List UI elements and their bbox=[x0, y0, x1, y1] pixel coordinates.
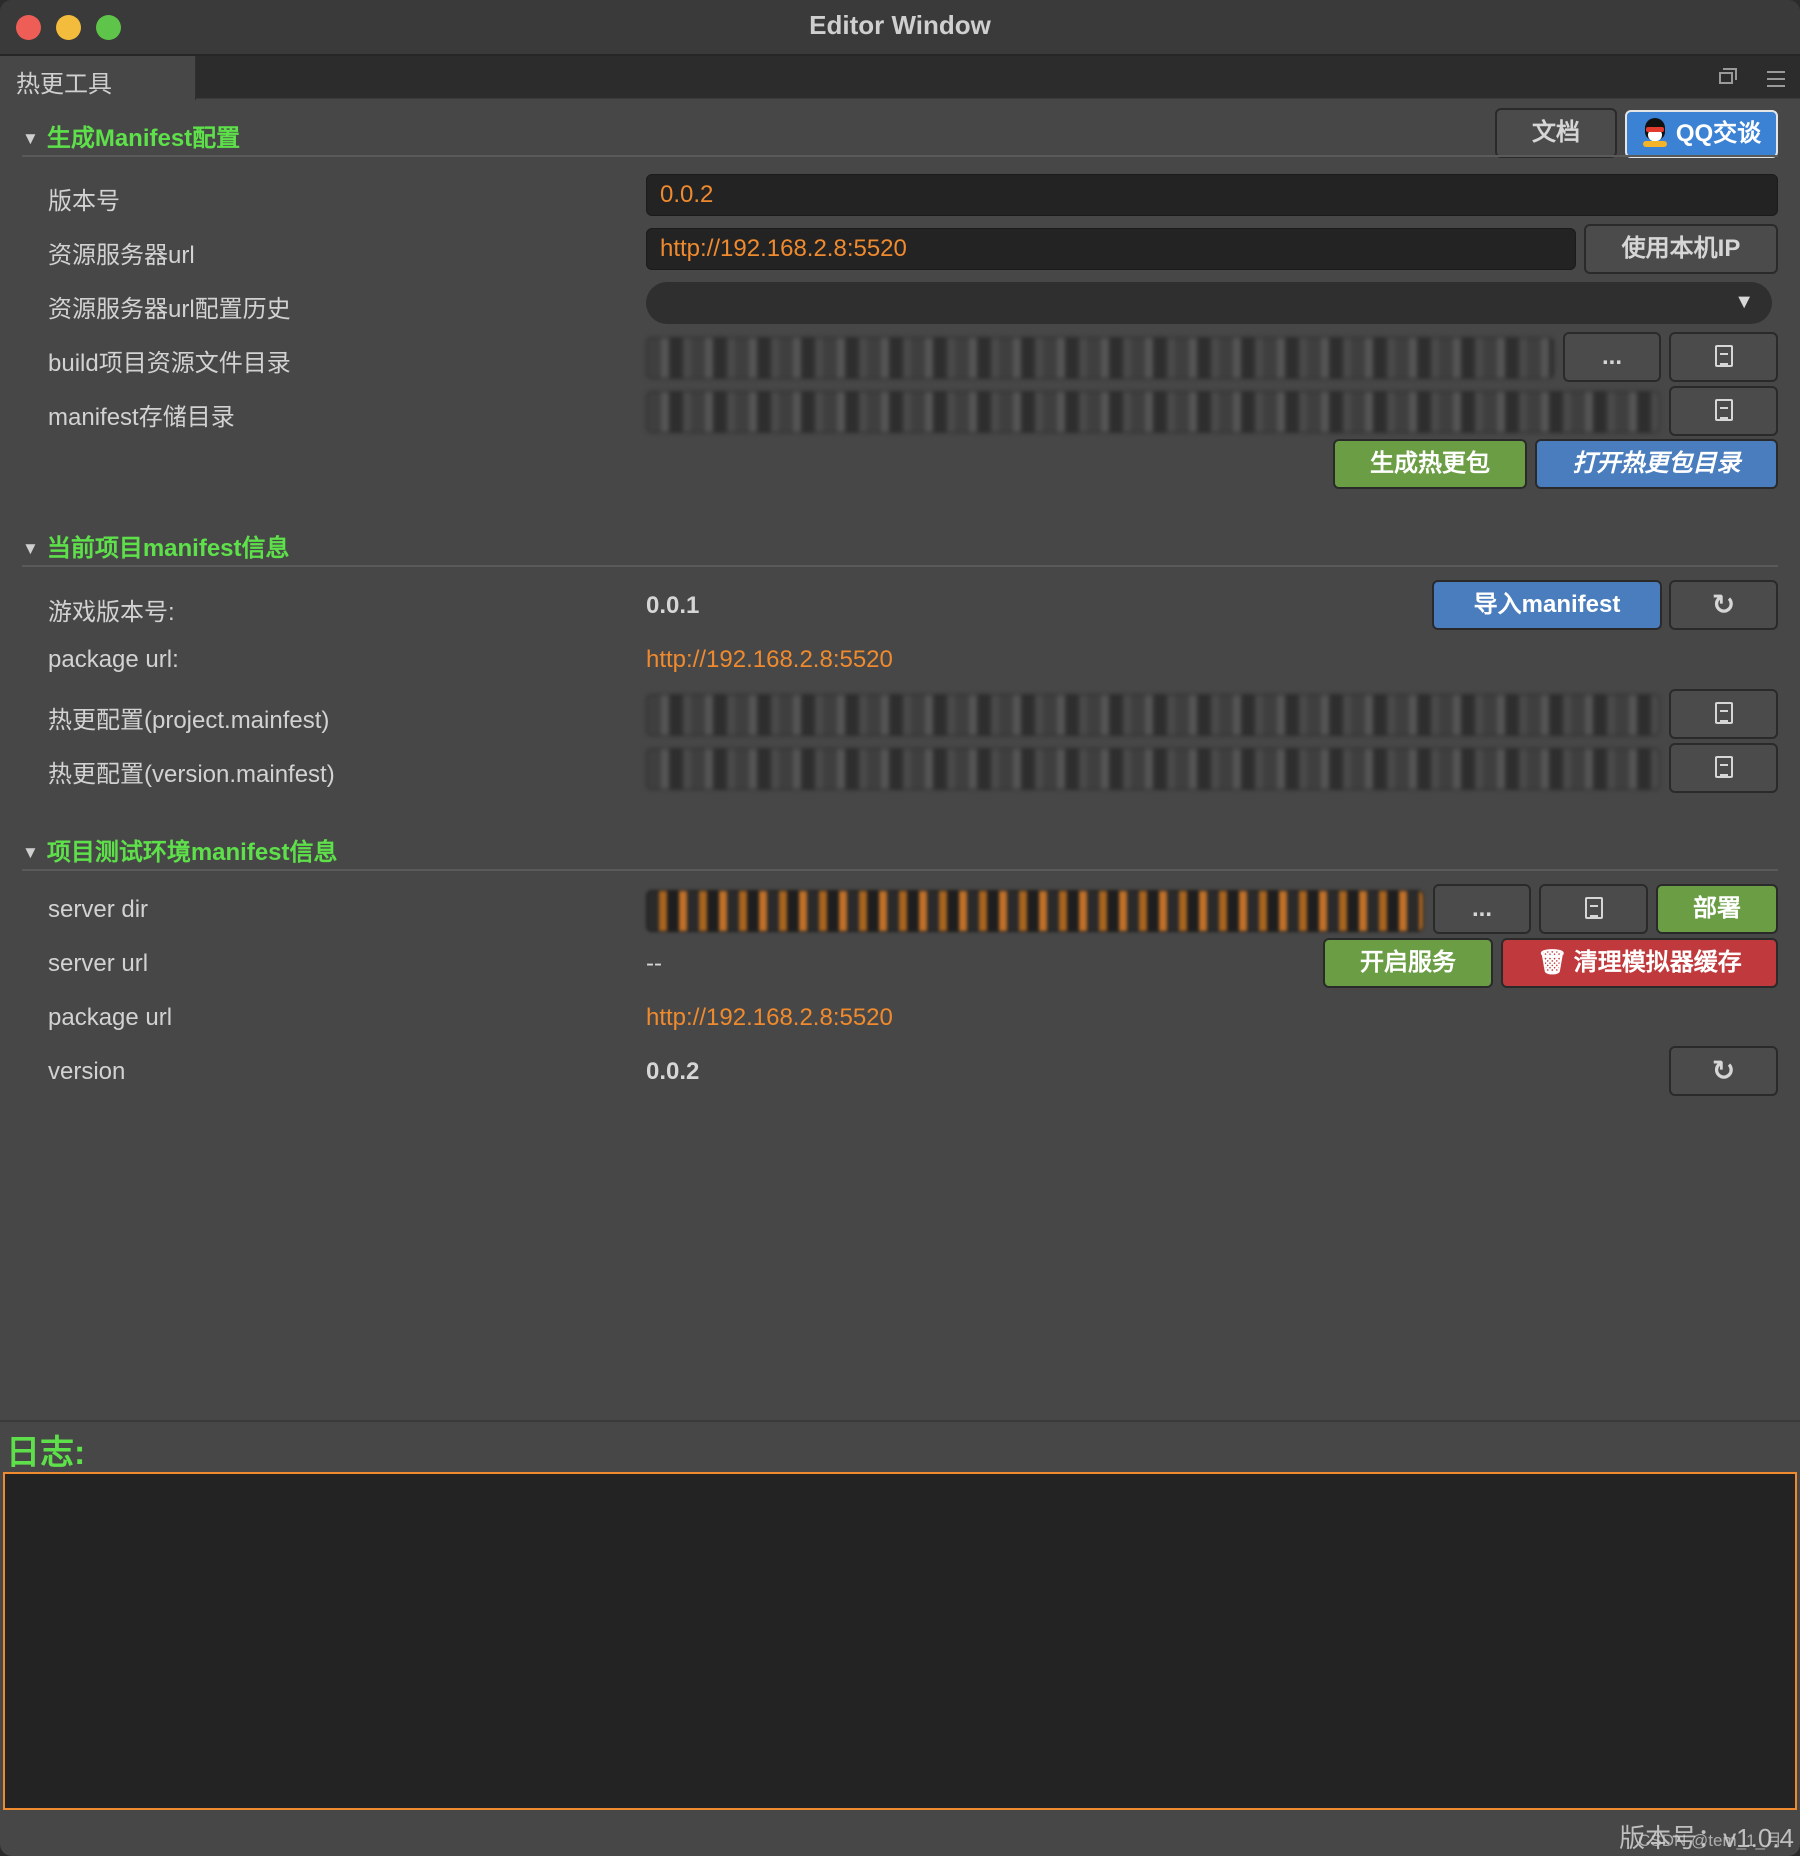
server-url-label: 资源服务器url bbox=[48, 242, 195, 269]
server-dir-input[interactable] bbox=[646, 890, 1424, 932]
collapse-arrow-icon: ▼ bbox=[22, 539, 39, 558]
game-version-label: 游戏版本号: bbox=[48, 599, 175, 626]
refresh-current-button[interactable]: ↻ bbox=[1669, 580, 1778, 630]
file-icon bbox=[1714, 755, 1733, 778]
version-test-label: version bbox=[48, 1058, 126, 1085]
clear-simulator-cache-button[interactable]: 🗑 清理模拟器缓存 bbox=[1501, 938, 1778, 988]
use-local-ip-button[interactable]: 使用本机IP bbox=[1584, 224, 1778, 274]
build-dir-input[interactable] bbox=[646, 337, 1554, 379]
clear-cache-label: 清理模拟器缓存 bbox=[1573, 949, 1742, 976]
refresh-icon: ↻ bbox=[1711, 1055, 1736, 1086]
section-divider bbox=[22, 869, 1778, 871]
section-divider bbox=[22, 565, 1778, 567]
version-input[interactable]: 0.0.2 bbox=[646, 174, 1778, 216]
manifest-dir-open-file-button[interactable] bbox=[1669, 386, 1778, 436]
server-dir-label: server dir bbox=[48, 896, 149, 923]
trash-icon: 🗑 bbox=[1537, 949, 1568, 976]
start-service-button[interactable]: 开启服务 bbox=[1323, 938, 1493, 988]
collapse-arrow-icon: ▼ bbox=[22, 129, 39, 148]
tab-hot-update-tool[interactable]: 热更工具 bbox=[0, 56, 196, 100]
dropdown-caret-icon: ▼ bbox=[1734, 291, 1754, 313]
build-dir-browse-button[interactable]: ... bbox=[1563, 332, 1661, 382]
server-dir-open-file-button[interactable] bbox=[1539, 884, 1648, 934]
build-dir-label: build项目资源文件目录 bbox=[48, 350, 291, 377]
log-title: 日志: bbox=[6, 1434, 86, 1472]
version-manifest-open-file-button[interactable] bbox=[1669, 743, 1778, 793]
refresh-test-button[interactable]: ↻ bbox=[1669, 1046, 1778, 1096]
open-hot-update-dir-button[interactable]: 打开热更包目录 bbox=[1535, 439, 1778, 489]
section-test-header[interactable]: ▼ 项目测试环境manifest信息 bbox=[22, 832, 338, 867]
server-dir-browse-button[interactable]: ... bbox=[1433, 884, 1531, 934]
file-icon bbox=[1714, 398, 1733, 421]
build-dir-open-file-button[interactable] bbox=[1669, 332, 1778, 382]
package-url-test-value: http://192.168.2.8:5520 bbox=[646, 1004, 893, 1031]
import-manifest-button[interactable]: 导入manifest bbox=[1432, 580, 1662, 630]
log-output[interactable] bbox=[3, 1472, 1797, 1810]
tab-bar: 热更工具 bbox=[0, 56, 1800, 100]
version-label: 版本号 bbox=[48, 188, 120, 215]
url-history-select[interactable]: ▼ bbox=[646, 282, 1772, 324]
package-url-test-label: package url bbox=[48, 1004, 173, 1031]
qq-chat-label: QQ交谈 bbox=[1675, 120, 1762, 147]
server-url-test-value: -- bbox=[646, 950, 662, 977]
refresh-icon: ↻ bbox=[1711, 589, 1736, 620]
deploy-button[interactable]: 部署 bbox=[1656, 884, 1778, 934]
project-manifest-label: 热更配置(project.mainfest) bbox=[48, 707, 330, 734]
section-current-title: 当前项目manifest信息 bbox=[46, 535, 290, 562]
file-icon bbox=[1714, 701, 1733, 724]
section-divider bbox=[22, 155, 1778, 157]
qq-chat-button[interactable]: QQ交谈 bbox=[1625, 110, 1778, 158]
version-test-value: 0.0.2 bbox=[646, 1058, 700, 1085]
section-test-title: 项目测试环境manifest信息 bbox=[46, 839, 338, 866]
version-manifest-path[interactable] bbox=[646, 748, 1660, 790]
qq-penguin-icon bbox=[1642, 117, 1668, 148]
editor-window: Editor Window 热更工具 ▼ 生成Manifest配置 文档 QQ交谈… bbox=[0, 0, 1800, 1856]
project-manifest-path[interactable] bbox=[646, 694, 1660, 736]
popout-icon[interactable] bbox=[1717, 68, 1739, 90]
server-url-input[interactable]: http://192.168.2.8:5520 bbox=[646, 228, 1576, 270]
menu-icon[interactable] bbox=[1765, 68, 1787, 90]
section-manifest-title: 生成Manifest配置 bbox=[46, 125, 241, 152]
generate-hot-update-button[interactable]: 生成热更包 bbox=[1333, 439, 1527, 489]
package-url-value: http://192.168.2.8:5520 bbox=[646, 646, 893, 673]
window-title: Editor Window bbox=[809, 10, 991, 40]
doc-button[interactable]: 文档 bbox=[1495, 108, 1617, 158]
section-manifest-header[interactable]: ▼ 生成Manifest配置 bbox=[22, 118, 240, 153]
version-manifest-label: 热更配置(version.mainfest) bbox=[48, 761, 335, 788]
log-divider bbox=[0, 1420, 1800, 1422]
manifest-dir-input[interactable] bbox=[646, 391, 1660, 433]
section-current-header[interactable]: ▼ 当前项目manifest信息 bbox=[22, 528, 290, 563]
collapse-arrow-icon: ▼ bbox=[22, 843, 39, 862]
project-manifest-open-file-button[interactable] bbox=[1669, 689, 1778, 739]
footer: 版本号：v1.0.4 CSDN @tem_1_月 bbox=[1619, 1818, 1794, 1855]
url-history-label: 资源服务器url配置历史 bbox=[48, 296, 291, 323]
file-icon bbox=[1584, 896, 1603, 919]
server-url-test-label: server url bbox=[48, 950, 149, 977]
watermark: CSDN @tem_1_月 bbox=[1638, 1831, 1782, 1850]
title-bar: Editor Window bbox=[0, 0, 1800, 56]
package-url-label: package url: bbox=[48, 646, 179, 673]
manifest-dir-label: manifest存储目录 bbox=[48, 404, 235, 431]
file-icon bbox=[1714, 344, 1733, 367]
game-version-value: 0.0.1 bbox=[646, 592, 700, 619]
